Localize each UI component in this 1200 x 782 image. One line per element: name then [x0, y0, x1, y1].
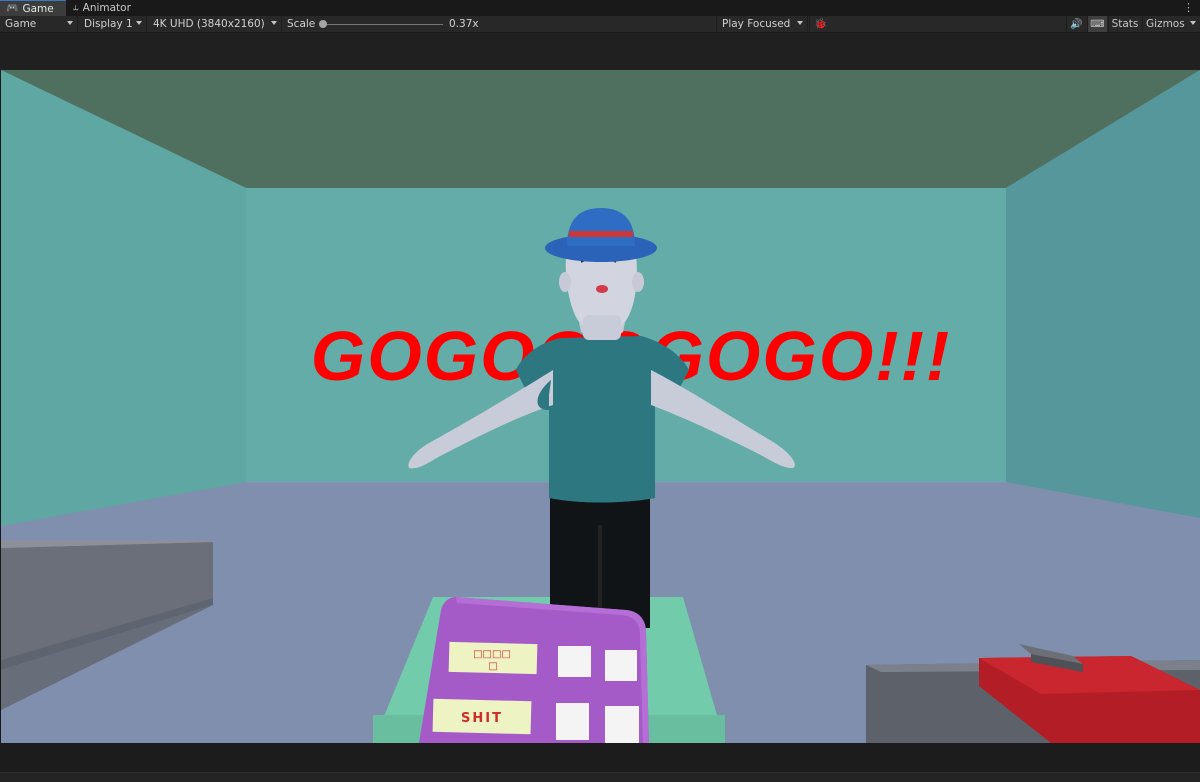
tab-animator[interactable]: ⥿ Animator: [67, 0, 149, 16]
more-options-icon[interactable]: ⋮: [1183, 1, 1194, 15]
phone-key: [605, 650, 637, 681]
animator-icon: ⥿: [73, 2, 79, 13]
stats-button[interactable]: Stats: [1108, 16, 1141, 32]
editor-tab-bar: 🎮 Game ⥿ Animator ⋮: [0, 0, 1200, 16]
display-dropdown[interactable]: Display 1: [79, 16, 147, 32]
view-mode-dropdown[interactable]: Game: [0, 16, 78, 32]
game-viewport[interactable]: GOGOGOGOGO!!! □□□□ □ SHIT: [1, 70, 1200, 743]
chevron-down-icon: [797, 21, 803, 25]
character-mouth: [596, 285, 608, 293]
scale-label: Scale: [287, 18, 316, 30]
play-mode-value: Play Focused: [722, 17, 791, 30]
scale-slider-thumb[interactable]: [319, 20, 327, 28]
stats-label: Stats: [1111, 17, 1139, 30]
phone-screen-text-1: □□□□: [473, 649, 511, 660]
phone-key: [558, 646, 591, 677]
phone-label-text: SHIT: [461, 711, 503, 726]
gizmos-label: Gizmos: [1146, 17, 1185, 30]
bug-icon: 🐞: [813, 17, 828, 30]
keyboard-icon: ⌨: [1090, 18, 1105, 30]
chevron-down-icon: [136, 21, 142, 25]
play-mode-dropdown[interactable]: Play Focused: [716, 16, 808, 32]
gamepad-icon: 🎮: [6, 2, 19, 14]
phone-device: □□□□ □ SHIT: [419, 597, 649, 743]
display-value: Display 1: [84, 17, 133, 30]
mute-audio-toggle[interactable]: 🔊: [1066, 16, 1086, 32]
debug-toggle[interactable]: 🐞: [809, 16, 831, 32]
phone-key: [605, 706, 639, 743]
hat-band: [569, 231, 633, 237]
phone-screen-text-2: □: [488, 661, 497, 672]
shortcuts-toggle[interactable]: ⌨: [1087, 16, 1107, 32]
tab-game-label: Game: [22, 2, 54, 15]
speaker-icon: 🔊: [1070, 18, 1083, 30]
game-scene: GOGOGOGOGO!!! □□□□ □ SHIT: [1, 70, 1200, 743]
chevron-down-icon: [67, 21, 73, 25]
chevron-down-icon: [271, 21, 277, 25]
scale-slider-track[interactable]: [323, 23, 443, 25]
letterbox-top: [0, 33, 1200, 70]
resolution-value: 4K UHD (3840x2160): [153, 17, 265, 30]
letterbox-bottom: [0, 743, 1200, 782]
game-view-toolbar: Game Display 1 4K UHD (3840x2160) Scale …: [0, 16, 1200, 33]
scale-value: 0.37x: [449, 18, 479, 30]
gizmos-dropdown[interactable]: Gizmos: [1142, 16, 1200, 32]
view-mode-value: Game: [5, 17, 37, 30]
tab-game[interactable]: 🎮 Game: [0, 0, 66, 16]
tab-animator-label: Animator: [82, 2, 131, 14]
scale-control: Scale 0.37x: [283, 16, 713, 32]
resolution-dropdown[interactable]: 4K UHD (3840x2160): [148, 16, 282, 32]
phone-key: [556, 703, 589, 740]
chevron-down-icon: [1190, 21, 1196, 25]
